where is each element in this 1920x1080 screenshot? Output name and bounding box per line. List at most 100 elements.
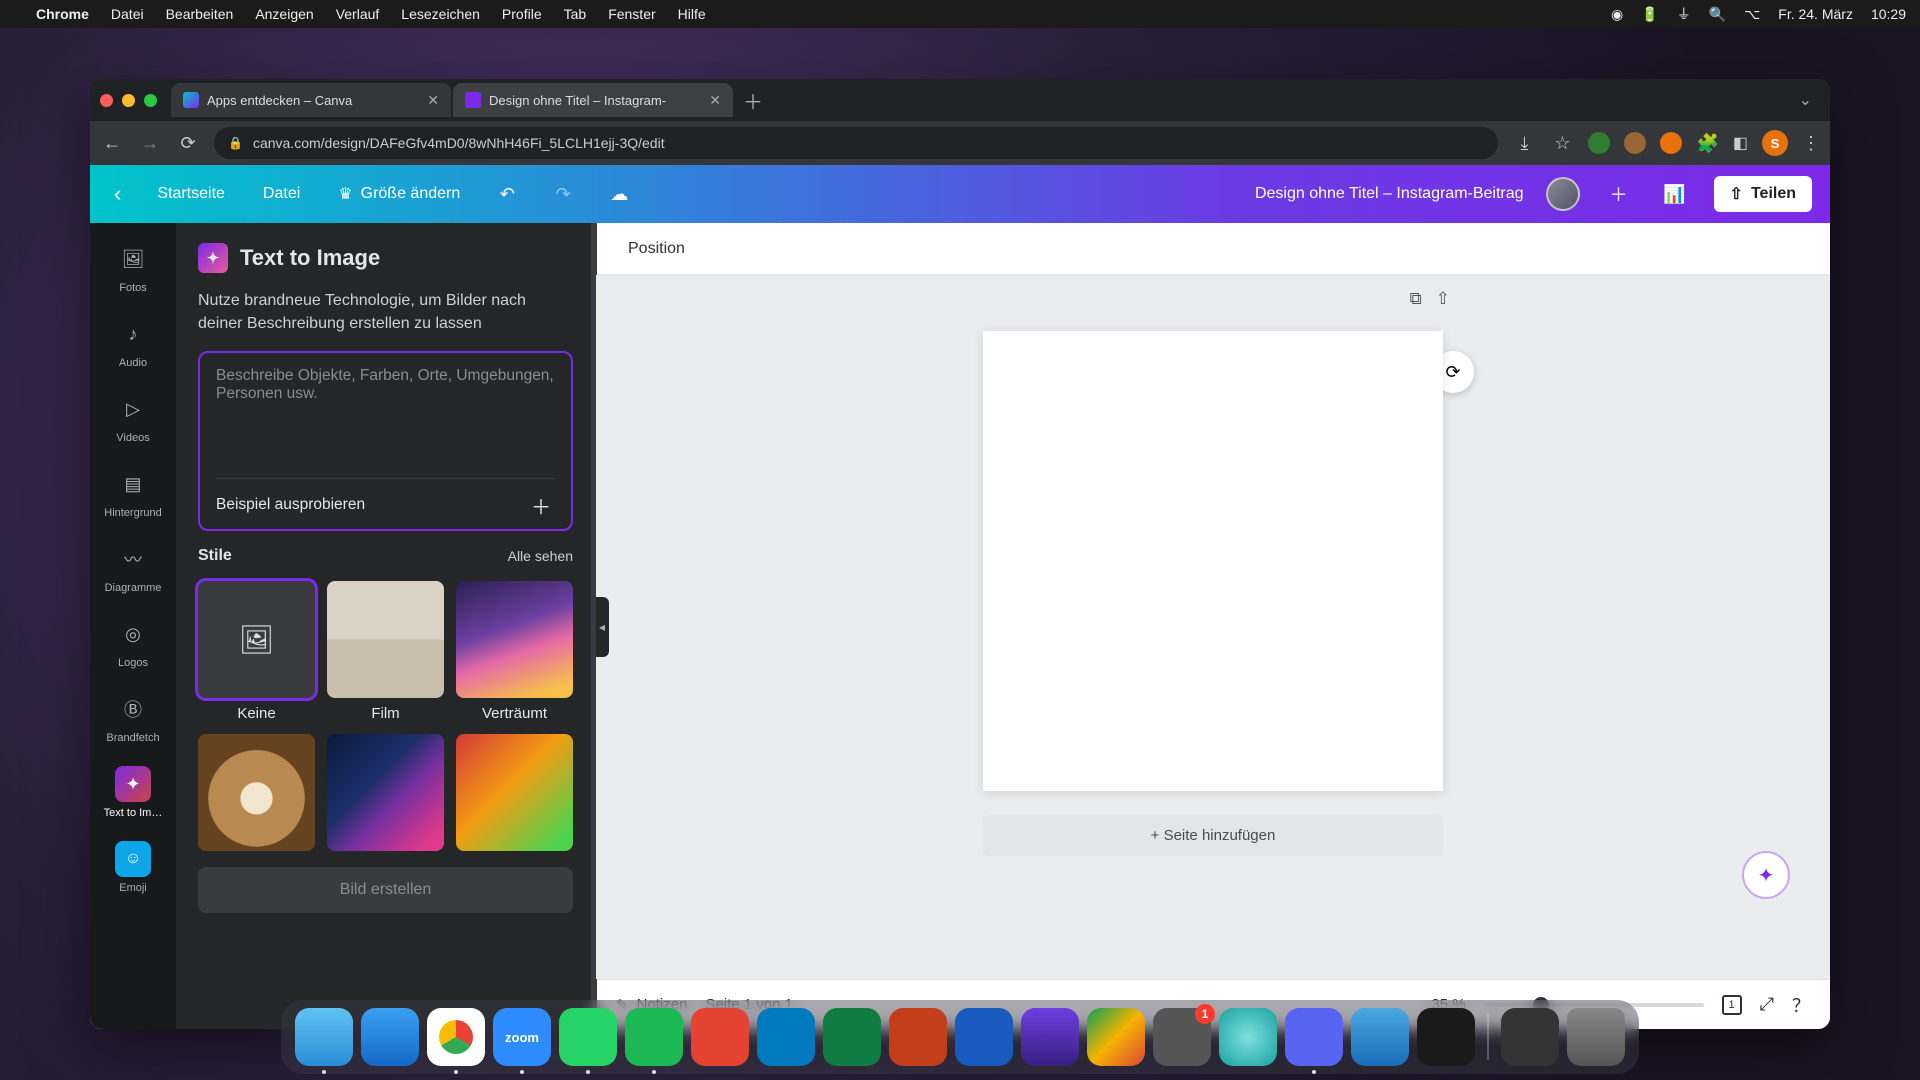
install-app-icon[interactable]: ⤓ (1512, 133, 1536, 154)
browser-tab-1[interactable]: Apps entdecken – Canva ✕ (171, 83, 451, 117)
menubar-date[interactable]: Fr. 24. März (1778, 6, 1853, 22)
dock-excel[interactable] (823, 1008, 881, 1066)
minimize-window-icon[interactable] (122, 94, 135, 107)
see-all-link[interactable]: Alle sehen (508, 548, 573, 564)
forward-button[interactable]: → (138, 133, 162, 154)
style-thumb-dreamy[interactable] (456, 581, 573, 698)
rail-logos[interactable]: ◎Logos (90, 608, 176, 677)
wifi-icon[interactable]: ⏚ (1677, 4, 1691, 24)
menu-hilfe[interactable]: Hilfe (678, 6, 706, 22)
address-bar[interactable]: 🔒 canva.com/design/DAFeGfv4mD0/8wNhH46Fi… (214, 127, 1498, 159)
dock-trash[interactable] (1567, 1008, 1625, 1066)
duplicate-page-icon[interactable]: ⧉ (1410, 289, 1422, 309)
style-thumb-6[interactable] (456, 734, 573, 851)
prompt-input[interactable] (216, 367, 555, 460)
add-page-button[interactable]: + Seite hinzufügen (983, 815, 1443, 856)
dock-app-blue[interactable] (1351, 1008, 1409, 1066)
dock-voice-memos[interactable] (1417, 1008, 1475, 1066)
battery-icon[interactable]: 🔋 (1641, 6, 1658, 23)
style-thumb-5[interactable] (327, 734, 444, 851)
rail-text-to-image[interactable]: ✦Text to Im… (90, 758, 176, 827)
help-button[interactable]: ？ (1792, 992, 1810, 1018)
style-dreamy[interactable]: Verträumt (456, 581, 573, 722)
control-center-icon[interactable]: ⌥ (1744, 6, 1760, 23)
window-controls[interactable] (100, 94, 157, 107)
insights-icon[interactable]: 📊 (1658, 177, 1692, 211)
cloud-sync-icon[interactable]: ☁ (602, 177, 636, 211)
chrome-menu-icon[interactable]: ⋮ (1802, 133, 1820, 154)
resize-button[interactable]: ♛Größe ändern (330, 178, 468, 210)
canvas-area[interactable]: ◂ ⧉ ⇧ ⟳ + Seite hinzufügen ✦ (596, 275, 1830, 979)
back-icon[interactable]: ‹ (108, 181, 127, 207)
dock-imovie[interactable] (1021, 1008, 1079, 1066)
close-tab-icon[interactable]: ✕ (709, 92, 721, 109)
rail-emoji[interactable]: ☺Emoji (90, 833, 176, 902)
undo-button[interactable]: ↶ (490, 177, 524, 211)
menu-profile[interactable]: Profile (502, 6, 542, 22)
style-4[interactable] (198, 734, 315, 851)
rail-videos[interactable]: ▷Videos (90, 383, 176, 452)
dock-finder[interactable] (295, 1008, 353, 1066)
menu-verlauf[interactable]: Verlauf (336, 6, 380, 22)
fullscreen-button[interactable]: ⤢ (1760, 994, 1774, 1015)
style-5[interactable] (327, 734, 444, 851)
menu-bearbeiten[interactable]: Bearbeiten (166, 6, 234, 22)
menu-datei[interactable]: Datei (111, 6, 144, 22)
menu-lesezeichen[interactable]: Lesezeichen (401, 6, 480, 22)
style-film[interactable]: Film (327, 581, 444, 722)
dock-discord[interactable] (1285, 1008, 1343, 1066)
style-thumb-4[interactable] (198, 734, 315, 851)
extensions-icon[interactable]: 🧩 (1696, 133, 1718, 154)
rail-brandfetch[interactable]: ⒷBrandfetch (90, 683, 176, 752)
extension-icon-3[interactable] (1660, 132, 1682, 154)
close-window-icon[interactable] (100, 94, 113, 107)
add-member-icon[interactable]: ＋ (1602, 177, 1636, 211)
file-menu[interactable]: Datei (255, 179, 308, 209)
home-link[interactable]: Startseite (149, 179, 233, 209)
menu-anzeigen[interactable]: Anzeigen (255, 6, 313, 22)
menu-fenster[interactable]: Fenster (608, 6, 655, 22)
generate-button[interactable]: Bild erstellen (198, 867, 573, 913)
rail-hintergrund[interactable]: ▤Hintergrund (90, 458, 176, 527)
dock-powerpoint[interactable] (889, 1008, 947, 1066)
grid-view-button[interactable]: 1 (1722, 995, 1742, 1015)
rail-fotos[interactable]: 🖼Fotos (90, 233, 176, 302)
dock-zoom[interactable]: zoom (493, 1008, 551, 1066)
rail-diagramme[interactable]: 〰Diagramme (90, 533, 176, 602)
extension-icon-1[interactable] (1588, 132, 1610, 154)
share-button[interactable]: ⇧ Teilen (1714, 176, 1812, 212)
document-title[interactable]: Design ohne Titel – Instagram-Beitrag (1255, 185, 1524, 203)
rail-audio[interactable]: ♪Audio (90, 308, 176, 377)
dock-whatsapp[interactable] (559, 1008, 617, 1066)
canvas-page[interactable] (983, 331, 1443, 791)
style-thumb-none[interactable]: 🖼 (198, 581, 315, 698)
dock-word[interactable] (955, 1008, 1013, 1066)
magic-fab-button[interactable]: ✦ (1742, 851, 1790, 899)
record-icon[interactable]: ◉ (1611, 6, 1623, 23)
dock-trello[interactable] (757, 1008, 815, 1066)
position-button[interactable]: Position (618, 234, 695, 264)
menubar-time[interactable]: 10:29 (1871, 6, 1906, 22)
fullscreen-window-icon[interactable] (144, 94, 157, 107)
collapse-panel-icon[interactable]: ◂ (596, 597, 609, 657)
dock-settings[interactable]: 1 (1153, 1008, 1211, 1066)
redo-button[interactable]: ↷ (546, 177, 580, 211)
profile-avatar[interactable]: S (1762, 130, 1788, 156)
dock-spotify[interactable] (625, 1008, 683, 1066)
dock-app-teal[interactable] (1219, 1008, 1277, 1066)
close-tab-icon[interactable]: ✕ (427, 92, 439, 109)
user-avatar[interactable] (1546, 177, 1580, 211)
style-none[interactable]: 🖼 Keine (198, 581, 315, 722)
dock-chrome[interactable] (427, 1008, 485, 1066)
new-tab-button[interactable]: ＋ (735, 86, 771, 115)
reload-button[interactable]: ⟳ (176, 133, 200, 154)
browser-tab-2[interactable]: Design ohne Titel – Instagram- ✕ (453, 83, 733, 117)
star-icon[interactable]: ☆ (1550, 133, 1574, 154)
dock-drive[interactable] (1087, 1008, 1145, 1066)
style-thumb-film[interactable] (327, 581, 444, 698)
extension-icon-2[interactable] (1624, 132, 1646, 154)
style-6[interactable] (456, 734, 573, 851)
dock-todoist[interactable] (691, 1008, 749, 1066)
dock-folder[interactable] (1501, 1008, 1559, 1066)
dock-safari[interactable] (361, 1008, 419, 1066)
